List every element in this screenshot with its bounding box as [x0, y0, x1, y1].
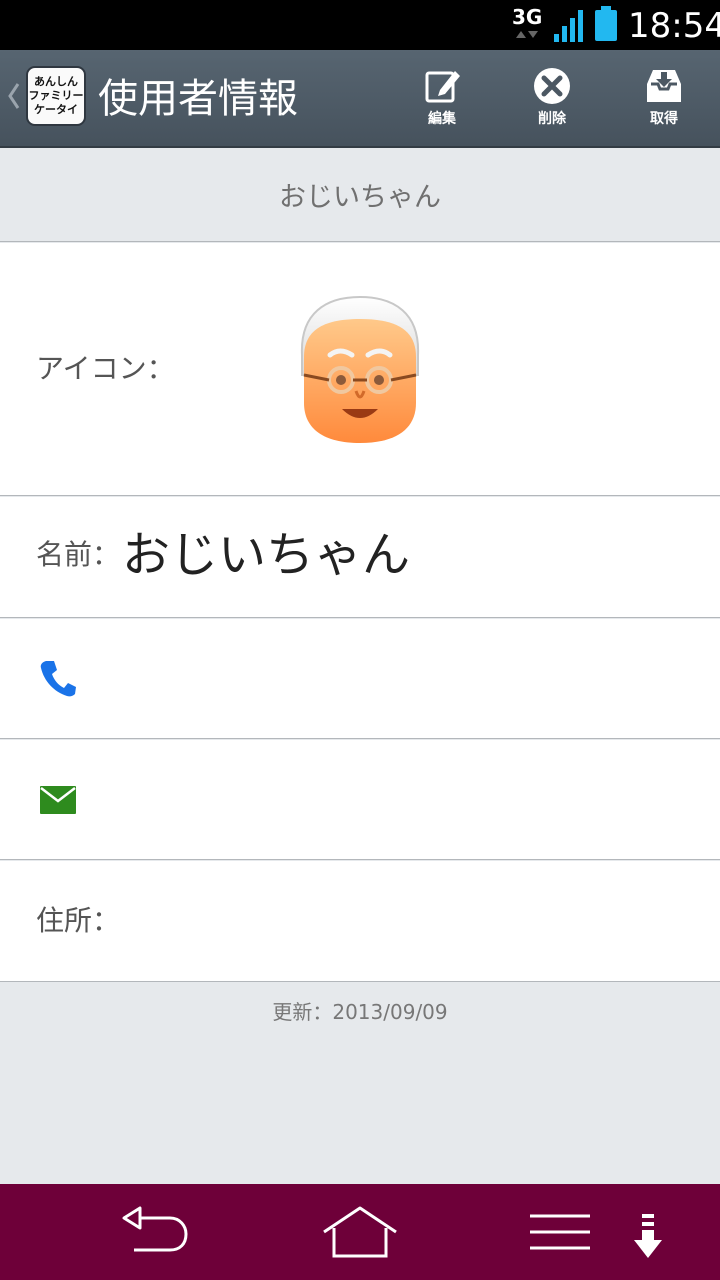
home-icon[interactable]	[320, 1206, 400, 1260]
action-bar: あんしん ファミリー ケータイ 使用者情報 編集 削除 取得	[0, 50, 720, 148]
up-chevron-icon[interactable]	[7, 81, 21, 111]
edit-label: 編集	[428, 111, 456, 127]
network-type: 3G	[512, 5, 543, 29]
delete-label: 削除	[538, 111, 566, 127]
back-icon[interactable]	[120, 1206, 192, 1258]
delete-button[interactable]: 削除	[512, 66, 592, 140]
name-label: 名前：	[36, 538, 121, 571]
phone-icon	[40, 661, 76, 697]
edit-button[interactable]: 編集	[402, 66, 482, 140]
updated-date: 更新：2013/09/09	[272, 1000, 448, 1024]
mail-icon	[40, 786, 76, 814]
address-label: 住所：	[36, 904, 121, 937]
data-activity-icon	[516, 31, 538, 38]
get-label: 取得	[650, 111, 678, 127]
name-row: 名前： おじいちゃん	[0, 497, 720, 618]
delete-icon	[534, 68, 570, 104]
status-bar: 3G 18:54	[0, 0, 720, 50]
clock: 18:54	[628, 6, 720, 46]
icon-row: アイコン：	[0, 243, 720, 496]
navigation-bar	[0, 1184, 720, 1280]
notification-down-arrow-icon[interactable]	[632, 1214, 664, 1260]
menu-icon[interactable]	[526, 1206, 594, 1258]
get-button[interactable]: 取得	[624, 66, 704, 140]
grandpa-avatar-icon	[300, 295, 420, 443]
icon-label: アイコン：	[36, 352, 175, 385]
battery-icon	[595, 6, 617, 41]
app-logo[interactable]: あんしん ファミリー ケータイ	[26, 66, 86, 126]
user-name-header: おじいちゃん	[0, 148, 720, 242]
address-row: 住所：	[0, 861, 720, 982]
download-tray-icon	[647, 70, 681, 102]
signal-strength-icon	[554, 10, 583, 42]
edit-icon	[425, 71, 460, 103]
mail-row[interactable]	[0, 740, 720, 860]
app-logo-text: あんしん ファミリー ケータイ	[28, 75, 84, 116]
phone-row[interactable]	[0, 619, 720, 739]
name-value: おじいちゃん	[122, 527, 411, 583]
screen-title: 使用者情報	[98, 76, 298, 122]
